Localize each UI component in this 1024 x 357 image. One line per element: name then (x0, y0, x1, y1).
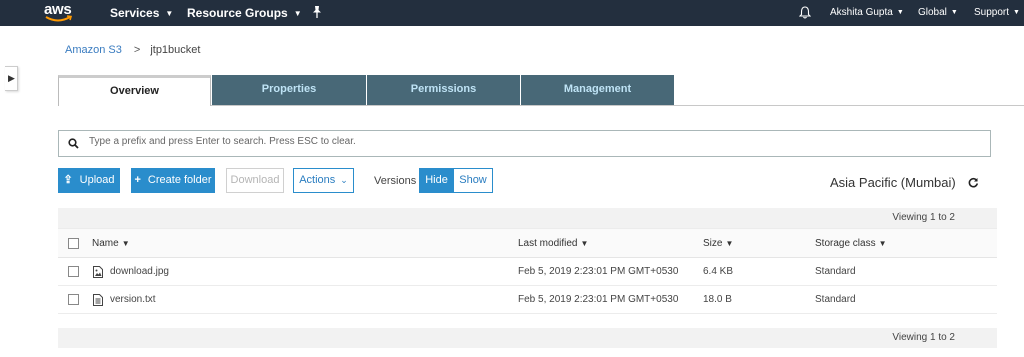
aws-logo[interactable]: aws (44, 1, 74, 23)
file-name[interactable]: version.txt (110, 286, 156, 314)
bucket-region: Asia Pacific (Mumbai) (830, 175, 956, 190)
bell-icon[interactable] (799, 6, 811, 19)
table-viewing-bar-top: Viewing 1 to 2 (58, 208, 997, 228)
search-icon (68, 138, 79, 149)
table-header: Name ▼ Last modified ▼ Size ▼ Storage class… (58, 228, 997, 258)
support-menu[interactable]: Support ▼ (974, 7, 1020, 18)
row-checkbox[interactable] (68, 266, 79, 277)
viewing-count-footer: Viewing 1 to 2 (892, 332, 955, 343)
versions-hide-toggle[interactable]: Hide (419, 168, 454, 193)
user-name: Akshita Gupta (830, 7, 893, 18)
column-header-last-modified[interactable]: Last modified ▼ (518, 229, 588, 258)
actions-label: Actions (299, 174, 336, 186)
image-file-icon (93, 266, 103, 278)
create-folder-label: Create folder (147, 174, 212, 186)
table-row[interactable]: download.jpg Feb 5, 2019 2:23:01 PM GMT+… (58, 258, 997, 286)
select-all-checkbox[interactable] (68, 238, 79, 249)
text-file-icon (93, 294, 103, 306)
table-row[interactable]: version.txt Feb 5, 2019 2:23:01 PM GMT+0… (58, 286, 997, 314)
services-menu[interactable]: Services ▼ (110, 6, 173, 20)
sort-down-icon: ▼ (121, 239, 130, 248)
tab-overview[interactable]: Overview (58, 75, 211, 106)
column-storage-class-label: Storage class (815, 238, 876, 249)
file-name[interactable]: download.jpg (110, 258, 169, 286)
viewing-count: Viewing 1 to 2 (892, 212, 955, 223)
file-size: 6.4 KB (703, 266, 734, 277)
file-size: 18.0 B (703, 294, 732, 305)
user-menu[interactable]: Akshita Gupta ▼ (830, 7, 904, 18)
search-box[interactable] (58, 130, 991, 157)
sort-down-icon: ▼ (878, 239, 887, 248)
file-storage-class: Standard (815, 294, 856, 305)
breadcrumb: Amazon S3 > jtp1bucket (65, 44, 200, 56)
versions-show-toggle[interactable]: Show (453, 168, 493, 193)
versions-label: Versions (374, 175, 417, 187)
breadcrumb-bucket-name: jtp1bucket (150, 44, 201, 56)
column-name-label: Name (92, 238, 119, 249)
actions-dropdown[interactable]: Actions ⌄ (293, 168, 354, 193)
row-checkbox[interactable] (68, 294, 79, 305)
resource-groups-menu[interactable]: Resource Groups ▼ (187, 6, 302, 20)
sidebar-toggle[interactable]: ▶ (5, 66, 18, 91)
create-folder-button[interactable]: + Create folder (131, 168, 215, 193)
chevron-down-icon: ▼ (293, 9, 302, 18)
file-storage-class: Standard (815, 266, 856, 277)
tab-divider (211, 105, 1024, 106)
upload-label: Upload (79, 174, 115, 186)
tab-management[interactable]: Management (521, 75, 674, 106)
file-last-modified: Feb 5, 2019 2:23:01 PM GMT+0530 (518, 294, 679, 305)
column-header-name[interactable]: Name ▼ (92, 229, 130, 258)
chevron-down-icon: ⌄ (340, 175, 348, 185)
upload-button[interactable]: ⇪ Upload (58, 168, 120, 193)
breadcrumb-separator: > (133, 44, 141, 56)
table-viewing-bar-bottom: Viewing 1 to 2 (58, 328, 997, 348)
column-last-modified-label: Last modified (518, 238, 578, 249)
chevron-down-icon: ▼ (950, 9, 958, 16)
sort-down-icon: ▼ (725, 239, 734, 248)
chevron-down-icon: ▼ (1013, 9, 1020, 16)
bucket-tabs: Overview Properties Permissions Manageme… (58, 75, 674, 106)
pin-icon[interactable] (311, 5, 323, 19)
support-label: Support (974, 7, 1010, 18)
region-label: Global (918, 7, 947, 18)
chevron-down-icon: ▼ (165, 9, 174, 18)
refresh-icon[interactable] (968, 177, 979, 188)
plus-icon: + (134, 174, 141, 186)
breadcrumb-amazon-s3[interactable]: Amazon S3 (65, 44, 122, 56)
sort-down-icon: ▼ (580, 239, 589, 248)
search-input[interactable] (89, 136, 969, 147)
chevron-down-icon: ▼ (896, 9, 904, 16)
column-size-label: Size (703, 238, 723, 249)
aws-smile-icon (45, 15, 73, 22)
file-last-modified: Feb 5, 2019 2:23:01 PM GMT+0530 (518, 266, 679, 277)
upload-icon: ⇪ (63, 174, 73, 186)
region-menu[interactable]: Global ▼ (918, 7, 958, 18)
top-navigation-bar: aws Services ▼ Resource Groups ▼ Akshita G… (0, 0, 1024, 26)
column-header-size[interactable]: Size ▼ (703, 229, 733, 258)
tab-permissions[interactable]: Permissions (367, 75, 520, 106)
download-button[interactable]: Download (226, 168, 284, 193)
tab-properties[interactable]: Properties (212, 75, 366, 106)
column-header-storage-class[interactable]: Storage class ▼ (815, 229, 887, 258)
resource-groups-label: Resource Groups (187, 6, 288, 20)
services-label: Services (110, 6, 160, 20)
chevron-right-icon: ▶ (8, 73, 15, 83)
